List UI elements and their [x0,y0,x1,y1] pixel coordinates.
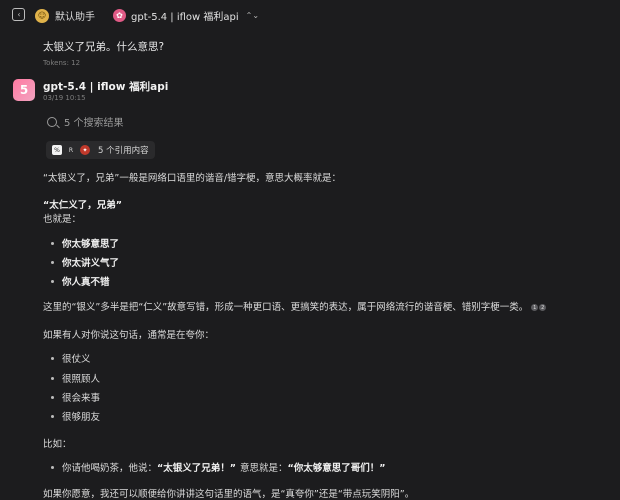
source-icon-1: % [52,145,62,155]
meaning-heading: “太仁义了，兄弟” [43,200,122,211]
also-label: 也就是： [43,214,82,225]
list-item: 你人真不错 [51,274,110,288]
citations-label: 5 个引用内容 [98,146,149,156]
list-item: 你太够意思了 [51,236,119,250]
sidebar-toggle-icon[interactable]: ‹ [12,8,25,21]
if-someone-paragraph: 如果有人对你说这句话，通常是在夸你： [43,330,215,341]
list-item: 很照顾人 [51,371,100,385]
citation-refs[interactable]: 12 [531,304,547,311]
model-avatar-icon: ✿ [113,9,126,22]
assistant-avatar-icon: ☺ [35,8,49,23]
citations-button[interactable]: % R ✦ 5 个引用内容 [46,141,155,159]
list-item: 很够朋友 [51,409,100,423]
chevron-updown-icon: ⌃⌄ [245,11,260,20]
model-name: gpt-5.4 | iflow 福利api [131,12,239,23]
explanation-paragraph: 这里的“银义”多半是把“仁义”故意写错，形成一种更口语、更搞笑的表达，属于网络流… [43,302,547,313]
list-item: 很仗义 [51,351,91,365]
assistant-selector[interactable]: ☺ 默认助手 [35,8,95,23]
source-icon-3: ✦ [80,145,90,155]
source-icon-2: R [68,146,74,154]
list-item: 很会来事 [51,390,100,404]
closing-paragraph: 如果你愿意，我还可以顺便给你讲讲这句话里的语气，是“真夸你”还是“带点玩笑阴阳”… [43,489,415,500]
top-bar: ‹ ☺ 默认助手 ✿ gpt-5.4 | iflow 福利api ⌃⌄ [0,0,620,30]
search-results-label: 5 个搜索结果 [64,118,124,129]
example-label: 比如： [43,439,72,450]
bot-name: gpt-5.4 | iflow 福利api [43,81,169,93]
intro-paragraph: “太银义了，兄弟”一般是网络口语里的谐音/错字梗，意思大概率就是： [43,173,342,184]
bot-timestamp: 03/19 10:15 [43,94,86,102]
assistant-name: 默认助手 [55,12,95,23]
search-results-toggle[interactable]: 5 个搜索结果 [47,114,124,129]
example-item: 你请他喝奶茶，他说： “太银义了兄弟！” 意思就是： “你太够意思了哥们！” [51,460,386,474]
user-message-text: 太银义了兄弟。什么意思? [43,41,165,53]
bot-avatar: 5 [13,79,35,101]
token-count: Tokens: 12 [43,59,81,67]
search-icon [47,116,57,127]
list-item: 你太讲义气了 [51,255,119,269]
model-selector[interactable]: ✿ gpt-5.4 | iflow 福利api ⌃⌄ [113,8,259,23]
